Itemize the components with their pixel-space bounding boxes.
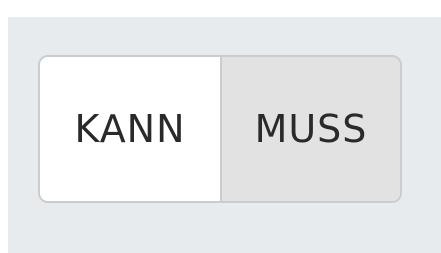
kann-option-button[interactable]: KANN — [40, 57, 220, 201]
kann-muss-toggle: KANN MUSS — [38, 55, 402, 203]
background-panel: KANN MUSS — [8, 17, 441, 253]
muss-option-button[interactable]: MUSS — [220, 57, 400, 201]
